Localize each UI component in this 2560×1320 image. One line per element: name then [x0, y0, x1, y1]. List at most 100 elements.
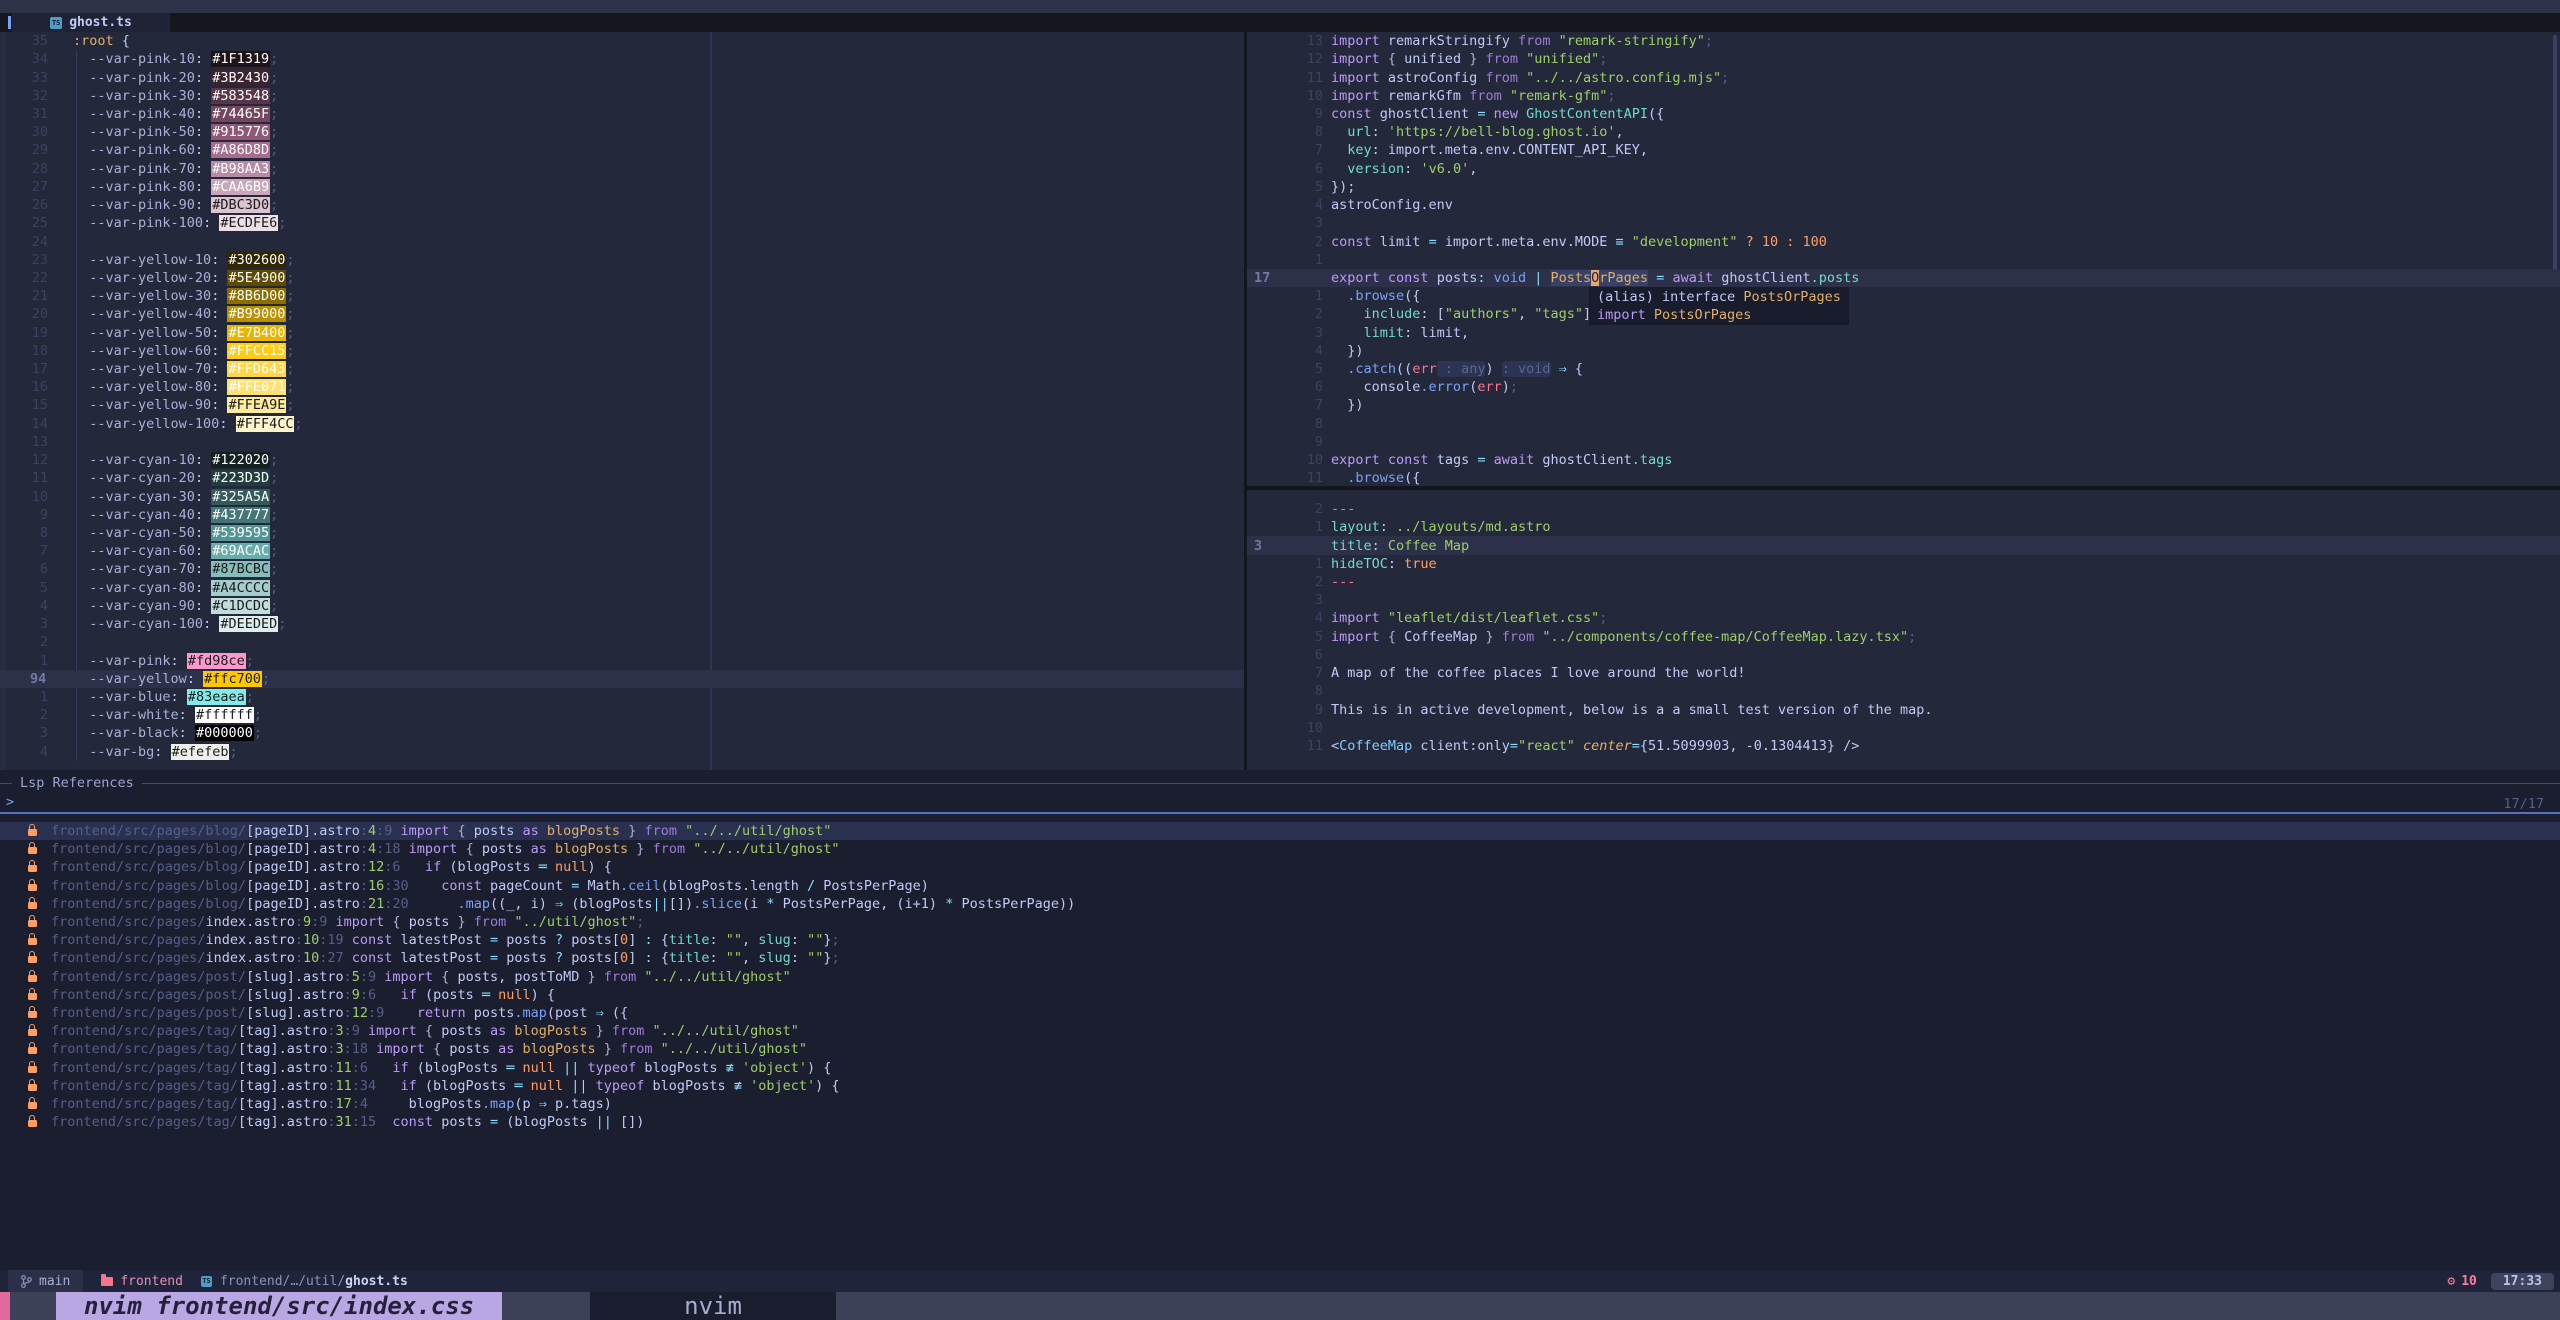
- code-line[interactable]: 4 }): [1247, 342, 2560, 360]
- code-line[interactable]: 1layout: ../layouts/md.astro: [1247, 518, 2560, 536]
- code-line[interactable]: 3: [1247, 591, 2560, 609]
- code-line[interactable]: 33 --var-pink-20: #3B2430;: [0, 68, 1244, 86]
- code-line[interactable]: 27 --var-pink-80: #CAA6B9;: [0, 178, 1244, 196]
- code-line[interactable]: 3: [1247, 214, 2560, 232]
- code-line[interactable]: 10export const tags = await ghostClient.…: [1247, 451, 2560, 469]
- code-line[interactable]: 26 --var-pink-90: #DBC3D0;: [0, 196, 1244, 214]
- reference-row[interactable]: frontend/src/pages/tag/[tag].astro:11:6 …: [0, 1058, 2560, 1076]
- code-line[interactable]: 1: [1247, 251, 2560, 269]
- pane-index-css[interactable]: 35:root {34 --var-pink-10: #1F1319;33 --…: [0, 32, 1244, 770]
- reference-row[interactable]: frontend/src/pages/blog/[pageID].astro:1…: [0, 858, 2560, 876]
- code-line[interactable]: 32 --var-pink-30: #583548;: [0, 87, 1244, 105]
- code-line[interactable]: 17 --var-yellow-70: #FFD643;: [0, 360, 1244, 378]
- git-branch-segment[interactable]: main: [8, 1270, 83, 1292]
- code-line[interactable]: 9const ghostClient = new GhostContentAPI…: [1247, 105, 2560, 123]
- reference-row[interactable]: frontend/src/pages/blog/[pageID].astro:2…: [0, 895, 2560, 913]
- code-line[interactable]: 10import remarkGfm from "remark-gfm";: [1247, 87, 2560, 105]
- tab-ghost-ts[interactable]: TS ghost.ts: [12, 13, 170, 32]
- reference-row[interactable]: frontend/src/pages/tag/[tag].astro:3:9 i…: [0, 1022, 2560, 1040]
- code-line[interactable]: 2 --var-white: #ffffff;: [0, 706, 1244, 724]
- code-line[interactable]: 2---: [1247, 573, 2560, 591]
- code-line[interactable]: 30 --var-pink-50: #915776;: [0, 123, 1244, 141]
- code-line[interactable]: 2---: [1247, 500, 2560, 518]
- reference-row[interactable]: frontend/src/pages/post/[slug].astro:12:…: [0, 1004, 2560, 1022]
- code-line[interactable]: 12import { unified } from "unified";: [1247, 50, 2560, 68]
- reference-row[interactable]: frontend/src/pages/tag/[tag].astro:31:15…: [0, 1113, 2560, 1131]
- code-line[interactable]: 5});: [1247, 178, 2560, 196]
- code-line[interactable]: 6 console.error(err);: [1247, 378, 2560, 396]
- code-line[interactable]: 21 --var-yellow-30: #8B6D00;: [0, 287, 1244, 305]
- file-path-segment[interactable]: TS frontend/…/util/ghost.ts: [201, 1274, 408, 1289]
- code-line[interactable]: 25 --var-pink-100: #ECDFE6;: [0, 214, 1244, 232]
- code-line[interactable]: 4import "leaflet/dist/leaflet.css";: [1247, 609, 2560, 627]
- code-line[interactable]: 11<CoffeeMap client:only="react" center=…: [1247, 737, 2560, 755]
- code-line[interactable]: 2: [0, 633, 1244, 651]
- code-line[interactable]: 3 limit: limit,: [1247, 324, 2560, 342]
- reference-row[interactable]: frontend/src/pages/index.astro:10:27 con…: [0, 949, 2560, 967]
- reference-row[interactable]: frontend/src/pages/post/[slug].astro:5:9…: [0, 968, 2560, 986]
- references-prompt[interactable]: >: [6, 794, 14, 810]
- code-line[interactable]: 10: [1247, 719, 2560, 737]
- code-line[interactable]: 8: [1247, 682, 2560, 700]
- reference-row[interactable]: frontend/src/pages/blog/[pageID].astro:4…: [0, 822, 2560, 840]
- code-line-current[interactable]: 17export const posts: void | PostsOrPage…: [1247, 269, 2560, 287]
- code-line[interactable]: 11 .browse({: [1247, 469, 2560, 487]
- code-line[interactable]: 9 --var-cyan-40: #437777;: [0, 506, 1244, 524]
- code-line[interactable]: 12 --var-cyan-10: #122020;: [0, 451, 1244, 469]
- code-line[interactable]: 28 --var-pink-70: #B98AA3;: [0, 160, 1244, 178]
- code-line[interactable]: 13: [0, 433, 1244, 451]
- code-line[interactable]: 24: [0, 232, 1244, 250]
- code-line[interactable]: 1 --var-pink: #fd98ce;: [0, 651, 1244, 669]
- code-line[interactable]: 6 version: 'v6.0',: [1247, 160, 2560, 178]
- code-line[interactable]: 6: [1247, 646, 2560, 664]
- reference-row[interactable]: frontend/src/pages/tag/[tag].astro:3:18 …: [0, 1040, 2560, 1058]
- plugin-updates-indicator[interactable]: ⚙10: [2447, 1274, 2476, 1289]
- reference-row[interactable]: frontend/src/pages/blog/[pageID].astro:4…: [0, 840, 2560, 858]
- code-line[interactable]: 9This is in active development, below is…: [1247, 700, 2560, 718]
- reference-row[interactable]: frontend/src/pages/tag/[tag].astro:17:4 …: [0, 1095, 2560, 1113]
- reference-row[interactable]: frontend/src/pages/blog/[pageID].astro:1…: [0, 877, 2560, 895]
- reference-row[interactable]: frontend/src/pages/tag/[tag].astro:11:34…: [0, 1077, 2560, 1095]
- taskbar-window-active[interactable]: nvim frontend/src/index.css: [56, 1292, 502, 1320]
- code-line-current[interactable]: 94 --var-yellow: #ffc700;: [0, 670, 1244, 688]
- code-line[interactable]: 2 include: ["authors", "tags"],: [1247, 305, 2560, 323]
- code-line[interactable]: 7 key: import.meta.env.CONTENT_API_KEY,: [1247, 141, 2560, 159]
- taskbar-window-inactive[interactable]: nvim: [590, 1292, 836, 1320]
- code-line[interactable]: 1 --var-blue: #83eaea;: [0, 688, 1244, 706]
- code-line[interactable]: 1hideTOC: true: [1247, 555, 2560, 573]
- code-line[interactable]: 5import { CoffeeMap } from "../component…: [1247, 628, 2560, 646]
- code-line[interactable]: 31 --var-pink-40: #74465F;: [0, 105, 1244, 123]
- code-line[interactable]: 13import remarkStringify from "remark-st…: [1247, 32, 2560, 50]
- code-line[interactable]: 1 .browse({: [1247, 287, 2560, 305]
- code-line[interactable]: 15 --var-yellow-90: #FFEA9E;: [0, 396, 1244, 414]
- pane-coffee-map-md[interactable]: 2---1layout: ../layouts/md.astro3title: …: [1247, 490, 2560, 770]
- code-line[interactable]: 5 .catch((err : any) : void ⇒ {: [1247, 360, 2560, 378]
- pane-ghost-ts[interactable]: 13import remarkStringify from "remark-st…: [1247, 32, 2560, 486]
- code-line[interactable]: 35:root {: [0, 32, 1244, 50]
- code-line[interactable]: 11import astroConfig from "../../astro.c…: [1247, 68, 2560, 86]
- code-line[interactable]: 16 --var-yellow-80: #FFE071;: [0, 378, 1244, 396]
- code-line[interactable]: 8 --var-cyan-50: #539595;: [0, 524, 1244, 542]
- code-line[interactable]: 11 --var-cyan-20: #223D3D;: [0, 469, 1244, 487]
- code-line[interactable]: 29 --var-pink-60: #A86D8D;: [0, 141, 1244, 159]
- code-line[interactable]: 9: [1247, 433, 2560, 451]
- code-line[interactable]: 3 --var-cyan-100: #DEEDED;: [0, 615, 1244, 633]
- code-line[interactable]: 4 --var-cyan-90: #C1DCDC;: [0, 597, 1244, 615]
- code-line[interactable]: 18 --var-yellow-60: #FFCC15;: [0, 342, 1244, 360]
- code-line[interactable]: 4astroConfig.env: [1247, 196, 2560, 214]
- code-line[interactable]: 19 --var-yellow-50: #E7B400;: [0, 324, 1244, 342]
- code-line[interactable]: 8 url: 'https://bell-blog.ghost.io',: [1247, 123, 2560, 141]
- code-line[interactable]: 3 --var-black: #000000;: [0, 724, 1244, 742]
- code-line[interactable]: 2const limit = import.meta.env.MODE ≡ "d…: [1247, 232, 2560, 250]
- code-line[interactable]: 22 --var-yellow-20: #5E4900;: [0, 269, 1244, 287]
- code-line[interactable]: 8: [1247, 415, 2560, 433]
- code-line[interactable]: 5 --var-cyan-80: #A4CCCC;: [0, 579, 1244, 597]
- code-line[interactable]: 7 --var-cyan-60: #69ACAC;: [0, 542, 1244, 560]
- reference-row[interactable]: frontend/src/pages/post/[slug].astro:9:6…: [0, 986, 2560, 1004]
- project-segment[interactable]: frontend: [101, 1274, 183, 1289]
- code-line[interactable]: 10 --var-cyan-30: #325A5A;: [0, 487, 1244, 505]
- code-line[interactable]: 14 --var-yellow-100: #FFF4CC;: [0, 415, 1244, 433]
- reference-row[interactable]: frontend/src/pages/index.astro:9:9 impor…: [0, 913, 2560, 931]
- code-line-current[interactable]: 3title: Coffee Map: [1247, 536, 2560, 554]
- code-line[interactable]: 6 --var-cyan-70: #87BCBC;: [0, 560, 1244, 578]
